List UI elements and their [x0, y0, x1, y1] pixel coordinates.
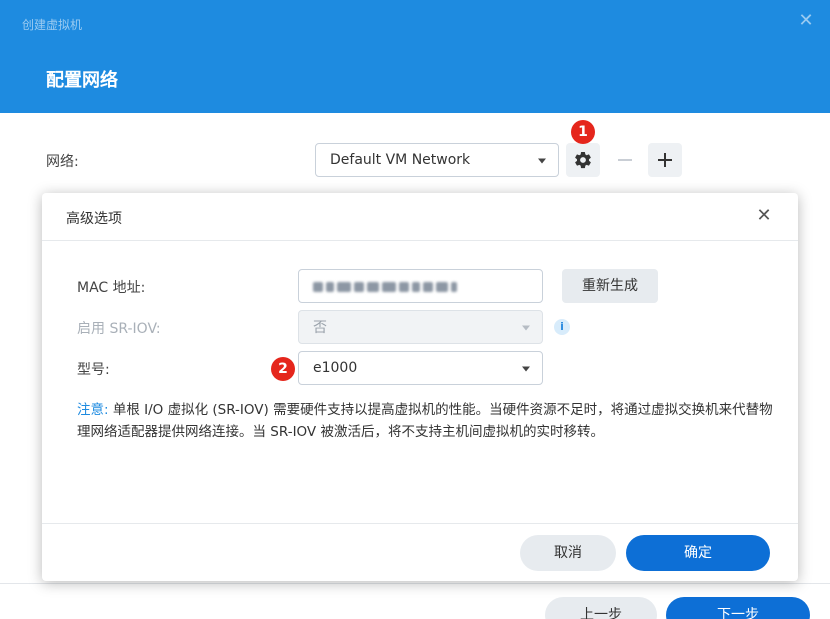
create-vm-wizard: 创建虚拟机 ✕ 配置网络 网络: Default VM Network 1 上一… [0, 0, 830, 619]
model-select[interactable]: e1000 [298, 351, 543, 385]
regenerate-mac-button[interactable]: 重新生成 [562, 269, 658, 303]
mac-address-label: MAC 地址: [77, 280, 146, 296]
wizard-header: 创建虚拟机 ✕ 配置网络 [0, 0, 830, 113]
step-badge-1: 1 [571, 120, 595, 144]
dialog-divider [42, 240, 798, 241]
window-close-icon[interactable]: ✕ [797, 12, 815, 30]
network-select-value: Default VM Network [330, 152, 471, 168]
dialog-title: 高级选项 [66, 211, 122, 227]
gear-icon [575, 151, 591, 169]
note-text: 单根 I/O 虚拟化 (SR-IOV) 需要硬件支持以提高虚拟机的性能。当硬件资… [77, 402, 773, 440]
sriov-label: 启用 SR-IOV: [77, 321, 161, 337]
mac-address-field[interactable] [298, 269, 543, 303]
minus-icon [618, 159, 632, 161]
dialog-close-icon[interactable]: ✕ [755, 207, 773, 225]
add-network-button[interactable] [648, 143, 682, 177]
step-badge-2: 2 [271, 357, 295, 381]
sriov-select-value: 否 [313, 320, 327, 336]
sriov-note: 注意: 单根 I/O 虚拟化 (SR-IOV) 需要硬件支持以提高虚拟机的性能。… [77, 399, 777, 443]
chevron-down-icon [522, 366, 530, 372]
note-prefix: 注意: [77, 402, 109, 418]
page-title: 配置网络 [46, 70, 118, 91]
network-label: 网络: [46, 154, 79, 170]
model-select-value: e1000 [313, 360, 358, 376]
window-title: 创建虚拟机 [22, 18, 83, 32]
confirm-button[interactable]: 确定 [626, 535, 770, 571]
previous-button[interactable]: 上一步 [545, 597, 657, 619]
cancel-button[interactable]: 取消 [520, 535, 616, 571]
dialog-footer-divider [42, 523, 798, 524]
mac-address-redacted [313, 282, 457, 292]
plus-icon [658, 153, 672, 167]
info-icon[interactable]: i [554, 319, 570, 335]
model-label: 型号: [77, 362, 110, 378]
network-settings-button[interactable] [566, 143, 600, 177]
remove-network-button[interactable] [608, 143, 642, 177]
footer-divider [0, 583, 830, 584]
chevron-down-icon [538, 158, 546, 164]
chevron-down-icon [522, 325, 530, 331]
advanced-options-dialog: 高级选项 ✕ MAC 地址: 重新生成 启用 SR-IOV: 否 i 型号: e… [42, 193, 798, 581]
sriov-select: 否 [298, 310, 543, 344]
next-button[interactable]: 下一步 [666, 597, 810, 619]
network-select[interactable]: Default VM Network [315, 143, 559, 177]
